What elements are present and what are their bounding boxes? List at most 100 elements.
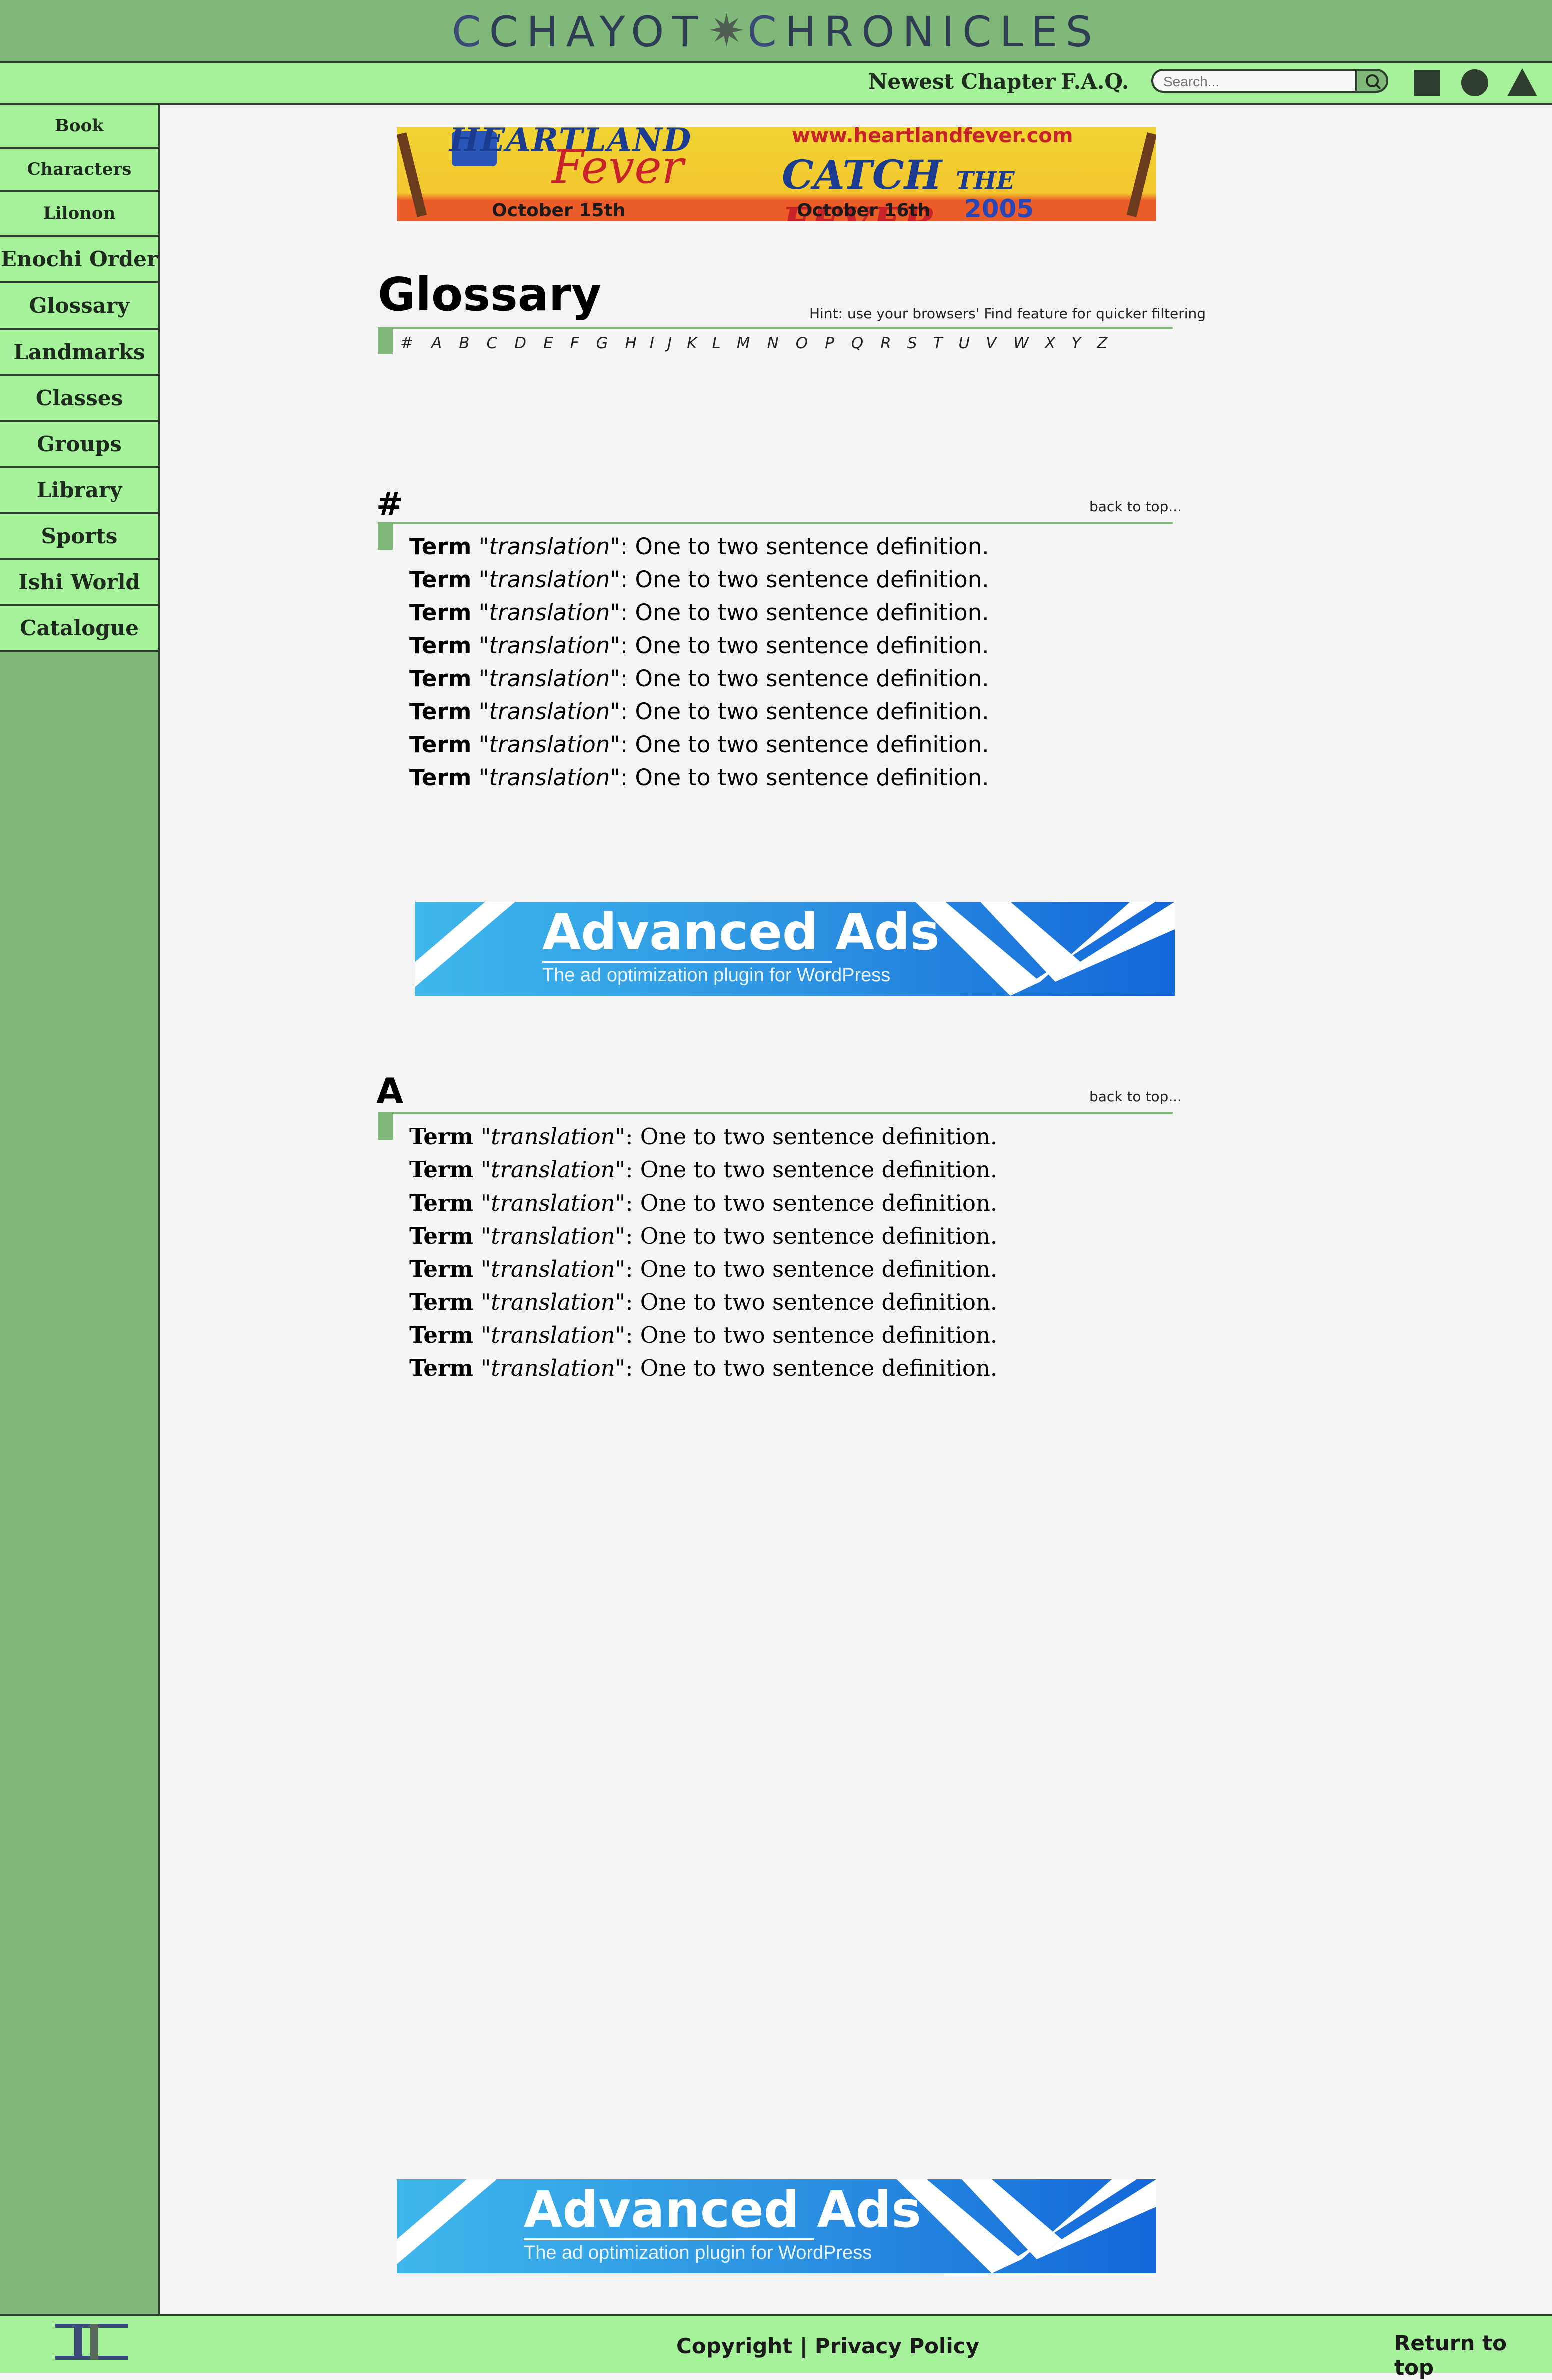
- entry-definition: : One to two sentence definition.: [625, 1156, 998, 1183]
- letter-link-i[interactable]: I: [650, 334, 654, 352]
- logo-c-right: C: [747, 7, 785, 56]
- letter-link-u[interactable]: U: [958, 334, 970, 352]
- letter-link-p[interactable]: P: [825, 334, 834, 352]
- circle-icon[interactable]: [1461, 69, 1488, 96]
- sidebar-item-enochi-order[interactable]: Enochi Order: [0, 237, 158, 283]
- ad-date2: October 16th: [797, 200, 931, 221]
- letter-link-g[interactable]: G: [596, 334, 608, 352]
- entry-term: Term: [409, 1256, 474, 1282]
- advanced-ads-subtitle: The ad optimization plugin for WordPress: [542, 965, 891, 986]
- letter-link-y[interactable]: Y: [1071, 334, 1081, 352]
- copyright-privacy-link[interactable]: Copyright | Privacy Policy: [676, 2334, 979, 2358]
- sidebar-item-catalogue[interactable]: Catalogue: [0, 606, 158, 652]
- square-icon[interactable]: [1414, 70, 1440, 96]
- entry-definition: : One to two sentence definition.: [625, 1355, 998, 1381]
- entry-translation: "translation": [480, 1223, 626, 1249]
- letter-index: # A B C D E F G H I J K L M N O P Q R S T U V W X Y Z: [400, 334, 1107, 352]
- search-button[interactable]: [1355, 69, 1388, 93]
- glossary-entry: Term "translation": One to two sentence …: [409, 1153, 997, 1186]
- entry-definition: : One to two sentence definition.: [625, 1123, 998, 1150]
- entry-definition: : One to two sentence definition.: [625, 1189, 998, 1216]
- sidebar-item-label: Catalogue: [20, 615, 139, 640]
- newest-chapter-link[interactable]: Newest Chapter: [868, 68, 1055, 96]
- top-nav-bar: Newest Chapter F.A.Q.: [0, 63, 1552, 105]
- letter-link-q[interactable]: Q: [851, 334, 863, 352]
- letter-link-a[interactable]: A: [431, 334, 442, 352]
- entry-term: Term: [409, 632, 472, 659]
- glossary-entry: Term "translation": One to two sentence …: [409, 563, 989, 596]
- letter-link-n[interactable]: N: [767, 334, 778, 352]
- entry-translation: "translation": [480, 1156, 626, 1183]
- sidebar-item-classes[interactable]: Classes: [0, 376, 158, 422]
- letter-link-h[interactable]: H: [625, 334, 636, 352]
- sidebar-item-book[interactable]: Book: [0, 105, 158, 149]
- letter-link-s[interactable]: S: [907, 334, 917, 352]
- faq-link[interactable]: F.A.Q.: [1061, 68, 1129, 96]
- glossary-entry: Term "translation": One to two sentence …: [409, 1120, 997, 1153]
- back-to-top-link[interactable]: back to top...: [1089, 1088, 1182, 1105]
- section-heading-a: A: [376, 1071, 404, 1112]
- letter-link-b[interactable]: B: [459, 334, 469, 352]
- sidebar-item-ishi-world[interactable]: Ishi World: [0, 560, 158, 606]
- glossary-entry: Term "translation": One to two sentence …: [409, 1220, 997, 1253]
- entry-definition: : One to two sentence definition.: [625, 1322, 998, 1348]
- logo-text-left: CHAYOT: [489, 7, 706, 56]
- sidebar-item-library[interactable]: Library: [0, 468, 158, 514]
- section-heading-hash: #: [376, 486, 403, 523]
- entry-definition: : One to two sentence definition.: [620, 599, 989, 626]
- return-to-top-link[interactable]: Return to top: [1394, 2331, 1552, 2380]
- section-divider: [378, 1112, 1173, 1114]
- advanced-ads-banner[interactable]: Advanced Ads The ad optimization plugin …: [397, 2179, 1156, 2273]
- letter-link-k[interactable]: K: [687, 334, 697, 352]
- entry-term: Term: [409, 1289, 474, 1315]
- advanced-ads-banner[interactable]: Advanced Ads The ad optimization plugin …: [415, 902, 1175, 996]
- letter-link-w[interactable]: W: [1013, 334, 1029, 352]
- site-logo-icon[interactable]: [55, 2322, 128, 2362]
- glossary-list-a: Term "translation": One to two sentence …: [409, 1120, 997, 1385]
- letter-link-r[interactable]: R: [880, 334, 891, 352]
- letter-link-z[interactable]: Z: [1097, 334, 1107, 352]
- letter-link-c[interactable]: C: [486, 334, 497, 352]
- letter-link-t[interactable]: T: [933, 334, 942, 352]
- entry-term: Term: [409, 764, 472, 791]
- entry-translation: "translation": [478, 533, 620, 560]
- entry-term: Term: [409, 533, 472, 560]
- heartland-fever-ad[interactable]: HEARTLAND Fever www.heartlandfever.com C…: [397, 127, 1156, 221]
- entry-definition: : One to two sentence definition.: [620, 698, 989, 725]
- letter-link-d[interactable]: D: [514, 334, 526, 352]
- back-to-top-link[interactable]: back to top...: [1089, 498, 1182, 515]
- site-logo[interactable]: CCHAYOT✷CHRONICLES: [0, 7, 1552, 56]
- page-title: Glossary: [378, 268, 602, 321]
- letter-link-m[interactable]: M: [737, 334, 750, 352]
- letter-link-j[interactable]: J: [667, 334, 672, 352]
- ad-date1: October 15th: [492, 200, 626, 221]
- entry-translation: "translation": [478, 698, 620, 725]
- advanced-ads-underline: [542, 961, 832, 963]
- letter-link-hash[interactable]: #: [400, 334, 413, 352]
- entry-definition: : One to two sentence definition.: [620, 533, 989, 560]
- entry-term: Term: [409, 1355, 474, 1381]
- sidebar-item-groups[interactable]: Groups: [0, 422, 158, 468]
- advanced-ads-subtitle: The ad optimization plugin for WordPress: [524, 2242, 872, 2263]
- letter-link-l[interactable]: L: [712, 334, 720, 352]
- advanced-ads-title: Advanced Ads: [542, 903, 940, 961]
- entry-term: Term: [409, 1322, 474, 1348]
- entry-term: Term: [409, 1156, 474, 1183]
- letter-link-o[interactable]: O: [796, 334, 808, 352]
- ad-url: www.heartlandfever.com: [792, 127, 1073, 147]
- letter-link-v[interactable]: V: [986, 334, 996, 352]
- sidebar-item-characters[interactable]: Characters: [0, 149, 158, 192]
- sidebar-item-glossary[interactable]: Glossary: [0, 283, 158, 330]
- letter-link-f[interactable]: F: [570, 334, 579, 352]
- entry-term: Term: [409, 698, 472, 725]
- sidebar-item-landmarks[interactable]: Landmarks: [0, 330, 158, 376]
- sidebar-item-lilonon[interactable]: Lilonon: [0, 192, 158, 237]
- sidebar-item-sports[interactable]: Sports: [0, 514, 158, 560]
- filter-hint: Hint: use your browsers' Find feature fo…: [809, 305, 1206, 322]
- entry-translation: "translation": [478, 632, 620, 659]
- search-input[interactable]: [1162, 73, 1354, 91]
- letter-link-e[interactable]: E: [543, 334, 553, 352]
- letter-link-x[interactable]: X: [1045, 334, 1055, 352]
- entry-translation: "translation": [478, 665, 620, 692]
- triangle-icon[interactable]: [1507, 68, 1537, 96]
